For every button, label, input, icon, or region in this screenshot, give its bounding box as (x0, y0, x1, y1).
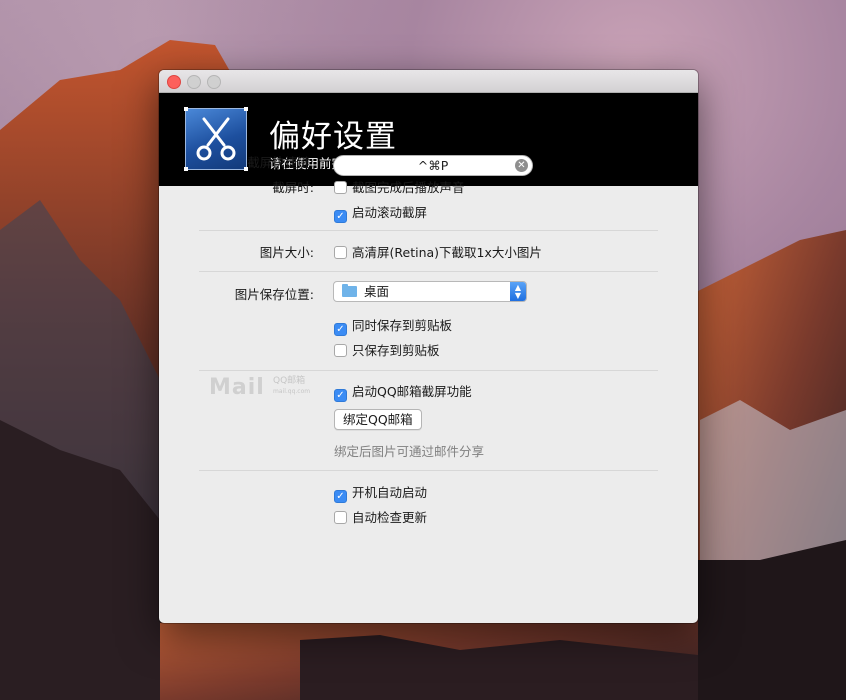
retina-small-checkbox[interactable]: 高清屏(Retina)下截取1x大小图片 (334, 242, 542, 261)
hotkey-value: ^⌘P (417, 158, 449, 173)
image-size-label: 图片大小: (259, 245, 314, 260)
save-folder-value: 桌面 (364, 284, 390, 299)
retina-small-label: 高清屏(Retina)下截取1x大小图片 (352, 245, 542, 260)
hotkey-field[interactable]: ^⌘P ✕ (333, 155, 533, 176)
divider (199, 470, 658, 471)
auto-update-label: 自动检查更新 (352, 510, 428, 525)
checkbox-box[interactable] (334, 344, 347, 357)
divider (199, 230, 658, 231)
on-capture-label: 截屏时: (272, 180, 314, 195)
bind-qqmail-button[interactable]: 绑定QQ邮箱 (334, 409, 422, 430)
only-clipboard-label: 只保存到剪贴板 (352, 343, 440, 358)
page-title: 偏好设置 (269, 119, 397, 155)
checkbox-box[interactable]: ✓ (334, 389, 347, 402)
scissors-icon (184, 107, 248, 171)
preferences-form: 截屏快捷键: ^⌘P ✕ 截屏时: 截图完成后播放声音 ✓ 启动滚动截屏 图片大小… (159, 155, 698, 622)
divider (199, 271, 658, 272)
launch-at-login-checkbox[interactable]: ✓ 开机自动启动 (334, 482, 427, 503)
also-clipboard-label: 同时保存到剪贴板 (352, 318, 453, 333)
folder-icon (342, 284, 357, 297)
scroll-capture-checkbox[interactable]: ✓ 启动滚动截屏 (334, 202, 427, 223)
title-bar (159, 70, 698, 93)
zoom-window-button[interactable] (207, 75, 221, 89)
auto-update-checkbox[interactable]: 自动检查更新 (334, 507, 427, 526)
save-folder-select[interactable]: 桌面 ▲ ▼ (333, 281, 527, 302)
qqmail-logo-url: mail.qq.com (273, 388, 311, 395)
close-window-button[interactable] (167, 75, 181, 89)
qqmail-enable-label: 启动QQ邮箱截屏功能 (352, 384, 472, 399)
minimize-window-button[interactable] (187, 75, 201, 89)
divider (199, 370, 658, 371)
checkbox-box[interactable]: ✓ (334, 490, 347, 503)
qqmail-logo: Mail (209, 375, 265, 400)
launch-at-login-label: 开机自动启动 (352, 485, 428, 500)
clear-icon[interactable]: ✕ (515, 159, 528, 172)
checkbox-box[interactable] (334, 511, 347, 524)
checkbox-box[interactable]: ✓ (334, 323, 347, 336)
qqmail-hint: 绑定后图片可通过邮件分享 (334, 444, 485, 459)
qqmail-enable-checkbox[interactable]: ✓ 启动QQ邮箱截屏功能 (334, 381, 472, 402)
checkbox-box[interactable] (334, 246, 347, 259)
also-clipboard-checkbox[interactable]: ✓ 同时保存到剪贴板 (334, 315, 452, 336)
qqmail-logo-sub: QQ邮箱 (273, 376, 306, 386)
only-clipboard-checkbox[interactable]: 只保存到剪贴板 (334, 340, 440, 359)
save-location-label: 图片保存位置: (234, 287, 314, 302)
updown-chevron-icon[interactable]: ▲ ▼ (510, 282, 526, 301)
play-sound-checkbox[interactable]: 截图完成后播放声音 (334, 177, 465, 196)
checkbox-box[interactable]: ✓ (334, 210, 347, 223)
hotkey-label: 截屏快捷键: (247, 155, 314, 170)
checkbox-box[interactable] (334, 181, 347, 194)
scroll-capture-label: 启动滚动截屏 (352, 205, 428, 220)
play-sound-label: 截图完成后播放声音 (352, 180, 465, 195)
preferences-window: 偏好设置 请在使用前完成以下设置 截屏快捷键: ^⌘P ✕ 截屏时: 截图完成后… (159, 70, 698, 623)
